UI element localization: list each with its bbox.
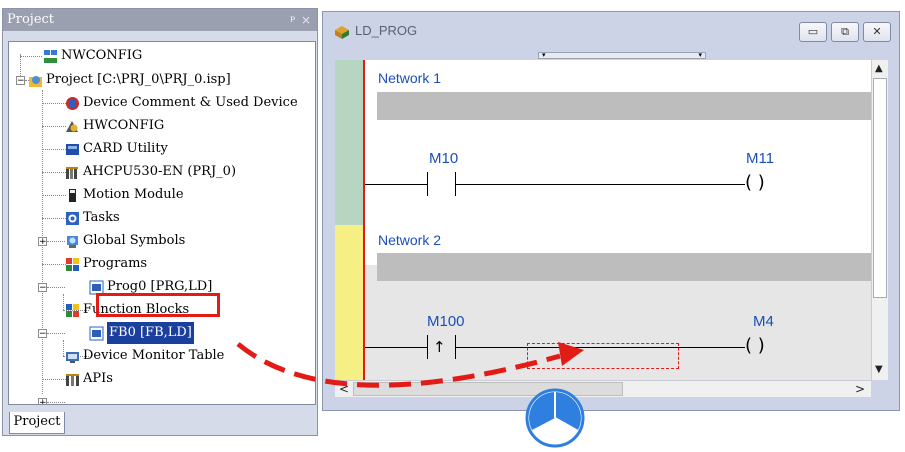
tree-item-label: Motion Module (83, 187, 184, 202)
collapse-function-blocks-toggle[interactable]: − (38, 329, 47, 339)
rung-wire (365, 347, 427, 348)
tree-item-label: HWCONFIG (83, 118, 165, 133)
tree-line (42, 172, 66, 173)
function-block-unit-icon (89, 326, 104, 341)
network-1-gutter (335, 60, 363, 225)
horizontal-scrollbar[interactable]: < > (335, 380, 871, 397)
network-2-label: Network 2 (378, 232, 442, 248)
contact-m100-left-bar[interactable] (427, 335, 428, 359)
tree-line (42, 126, 66, 127)
project-pane-title: Project (7, 12, 55, 27)
close-icon[interactable]: × (301, 9, 311, 31)
maximize-button[interactable]: ⧉ (831, 22, 859, 42)
scroll-right-arrow-icon[interactable]: > (855, 382, 865, 396)
tree-item-label: AHCPU530-EN (PRJ_0) (83, 164, 237, 179)
network-2-gutter (335, 225, 363, 380)
pin-icon[interactable]: ᵖ (290, 9, 295, 31)
project-pane: Project ᵖ × − + − − + NWCONFIG Project [… (2, 8, 318, 436)
tree-item-label: Project [C:\PRJ_0\PRJ_0.isp] (46, 72, 231, 87)
scroll-up-arrow-icon[interactable]: ▲ (875, 63, 883, 74)
apis-icon (66, 374, 79, 386)
network-config-icon (44, 50, 57, 63)
contact-m10-left-bar[interactable] (427, 172, 428, 196)
chevron-down-icon: ▾ (542, 51, 546, 59)
ladder-editor[interactable]: Network 1 M10 M10 M11 ( ) Network 2 M100… (335, 60, 883, 380)
tree-line (42, 218, 66, 219)
tree-line (42, 195, 66, 196)
tree-item-label: Device Comment & Used Device (83, 95, 298, 110)
collapse-programs-toggle[interactable]: − (38, 283, 47, 293)
tree-item-label: NWCONFIG (61, 48, 143, 63)
global-symbols-icon (67, 236, 78, 248)
coil-m4-label: M4 (753, 313, 774, 330)
coil-m11[interactable]: ( ) (745, 173, 765, 193)
tree-line (47, 287, 65, 288)
tree-item-label: Global Symbols (83, 233, 186, 248)
tasks-icon (66, 212, 79, 225)
collapse-project-toggle[interactable]: − (16, 76, 25, 86)
ld-window-titlebar: LD_PROG ▭ ⧉ ✕ (323, 12, 899, 52)
ld-program-icon (335, 26, 349, 39)
contact-m10-label: M10 (429, 150, 459, 167)
tree-item-label: FB0 [FB,LD] (107, 322, 194, 344)
tree-line (20, 56, 42, 57)
tree-line (63, 340, 64, 356)
tree-line (42, 379, 66, 380)
tree-line (47, 241, 65, 242)
project-icon (29, 76, 42, 87)
vertical-scrollbar[interactable]: ▲ ▼ (871, 60, 888, 380)
ld-window-title: LD_PROG (355, 23, 418, 38)
hardware-config-icon (66, 121, 78, 132)
tree-item-label: CARD Utility (83, 141, 168, 156)
tree-item-label: Tasks (83, 210, 120, 225)
expand-tasks-toggle[interactable]: + (38, 237, 47, 247)
close-window-button[interactable]: ✕ (863, 22, 891, 42)
tree-item-label: Programs (83, 256, 148, 271)
tree-line (42, 149, 66, 150)
rung-wire (365, 184, 427, 185)
tree-line (47, 333, 65, 334)
tree-item-label: APIs (83, 371, 113, 386)
coil-m11-label: M11 (746, 150, 775, 167)
expand-apis-toggle[interactable]: + (38, 398, 47, 404)
left-power-rail (363, 60, 365, 380)
device-comment-icon (66, 97, 79, 110)
tree-line (47, 402, 65, 403)
motion-module-icon (69, 189, 76, 202)
project-tree: − + − − + NWCONFIG Project [C:\PRJ_0\PRJ… (8, 41, 316, 405)
chevron-down-icon: ▾ (698, 51, 702, 59)
horizontal-scroll-thumb[interactable] (353, 382, 623, 396)
tree-line (42, 264, 66, 265)
fb0-selection-highlight (96, 293, 220, 317)
scroll-down-arrow-icon[interactable]: ▼ (875, 364, 883, 375)
project-tab[interactable]: Project (9, 412, 65, 434)
scroll-left-arrow-icon[interactable]: < (339, 382, 349, 396)
editor-splitter-bar[interactable]: ▾ ▾ (538, 52, 706, 59)
empty-instruction-slot[interactable] (527, 343, 679, 369)
tree-line (63, 294, 64, 310)
function-blocks-icon (66, 304, 79, 317)
tree-line (42, 103, 66, 104)
vertical-scroll-thumb[interactable] (873, 78, 887, 298)
project-pane-titlebar: Project ᵖ × (3, 9, 317, 31)
programs-icon (66, 258, 79, 271)
monitor-table-icon (66, 352, 79, 363)
network-2-comment-bar[interactable] (377, 253, 883, 281)
cpu-module-icon (66, 167, 78, 179)
rising-edge-icon: ↑ (433, 338, 446, 356)
contact-m100-label: M100 (427, 313, 465, 330)
coil-m4[interactable]: ( ) (745, 336, 765, 356)
card-utility-icon (66, 144, 79, 155)
network-1-label: Network 1 (378, 70, 442, 86)
ld-prog-window: LD_PROG ▭ ⧉ ✕ ▾ ▾ Network 1 M10 M10 M11 … (322, 11, 900, 411)
network-1-comment-bar[interactable] (377, 92, 883, 120)
rung-wire (455, 184, 745, 185)
minimize-button[interactable]: ▭ (799, 22, 827, 42)
tree-item-label: Device Monitor Table (83, 348, 225, 363)
